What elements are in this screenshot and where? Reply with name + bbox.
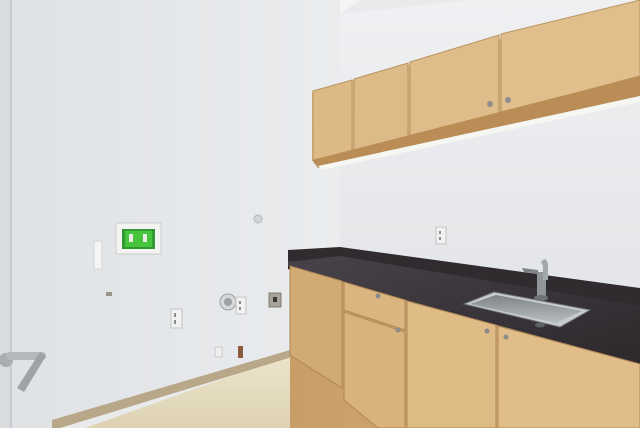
cabinet-knob[interactable] xyxy=(375,293,381,299)
dryer-vent-icon xyxy=(219,293,237,311)
electrical-outlet-icon xyxy=(170,308,183,329)
scene-svg xyxy=(0,0,640,428)
cabinet-knob[interactable] xyxy=(503,334,509,340)
electrical-outlet-icon xyxy=(235,296,247,315)
cabinet-knob[interactable] xyxy=(395,327,401,333)
wall-knob xyxy=(253,214,263,224)
electrical-outlet-icon xyxy=(435,226,447,245)
washer-valve-box-icon xyxy=(115,222,162,255)
cabinet-knob[interactable] xyxy=(505,97,511,103)
wall-plate-low xyxy=(214,346,223,358)
laundry-room-photo xyxy=(0,0,640,428)
upper-cabinet-door[interactable] xyxy=(312,79,353,161)
gas-outlet xyxy=(268,292,282,308)
cabinet-knob[interactable] xyxy=(484,328,490,334)
wall-tag xyxy=(93,240,103,270)
cabinet-knob[interactable] xyxy=(487,101,493,107)
floor-valve xyxy=(238,346,243,358)
